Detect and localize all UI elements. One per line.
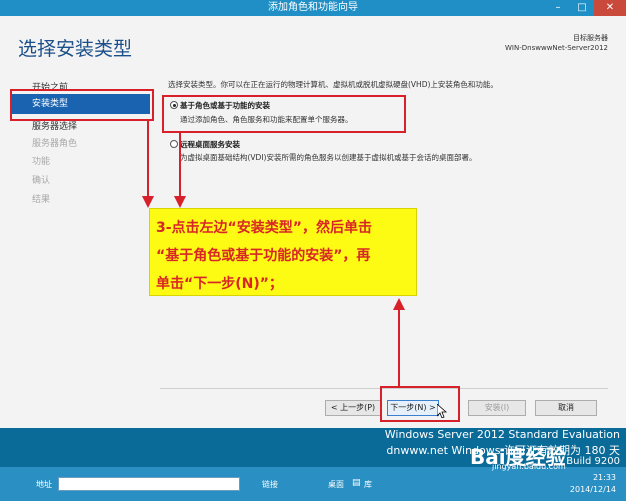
- mouse-cursor-icon: [437, 404, 447, 418]
- address-label: 地址: [36, 480, 52, 489]
- radio-remote-desktop[interactable]: [170, 140, 178, 148]
- highlight-role-based-option: [162, 95, 406, 133]
- sidebar-item-confirmation: 确认: [32, 176, 51, 186]
- highlight-next-button: [380, 386, 460, 422]
- target-server: 目标服务器 WIN-DnswwwNet-Server2012: [505, 33, 608, 53]
- previous-button[interactable]: < 上一步(P): [325, 400, 381, 416]
- window-title: 添加角色和功能向导: [268, 2, 358, 13]
- minimize-button[interactable]: –: [546, 0, 570, 16]
- cancel-button[interactable]: 取消: [535, 400, 597, 416]
- highlight-sidebar-selection: [10, 89, 154, 121]
- close-button[interactable]: ✕: [594, 0, 626, 16]
- instruction-line-1: 3-点击左边“安装类型”，然后单击: [156, 220, 372, 236]
- arrow-option-line: [179, 133, 181, 205]
- desktop-label[interactable]: 桌面: [328, 479, 344, 490]
- baidu-url: jingyan.baidu.com: [492, 462, 566, 471]
- arrow-next-head-icon: [393, 298, 405, 310]
- watermark-line-3: Build 9200: [566, 456, 620, 467]
- option-remote-desktop-desc: 为虚拟桌面基础结构(VDI)安装所需的角色服务以创建基于虚拟机或基于会话的桌面部…: [180, 153, 477, 162]
- system-clock[interactable]: 21:33 2014/12/14: [570, 472, 616, 496]
- arrow-next-line: [398, 306, 400, 386]
- page-title: 选择安装类型: [18, 38, 133, 60]
- refresh-icon[interactable]: ↻: [229, 478, 237, 488]
- target-server-label: 目标服务器: [573, 34, 608, 42]
- sidebar-item-features: 功能: [32, 157, 51, 167]
- option-remote-desktop-title[interactable]: 远程桌面服务安装: [180, 139, 240, 150]
- library-label[interactable]: 库: [364, 479, 372, 490]
- maximize-button[interactable]: □: [570, 0, 594, 16]
- wizard-window: 添加角色和功能向导 – □ ✕ 选择安装类型 目标服务器 WIN-DnswwwN…: [0, 0, 626, 428]
- clock-date: 2014/12/14: [569, 485, 616, 494]
- arrow-sidebar-head-icon: [142, 196, 154, 208]
- title-bar[interactable]: 添加角色和功能向导 – □ ✕: [0, 0, 626, 16]
- instruction-line-2: “基于角色或基于功能的安装”，再: [156, 248, 371, 264]
- address-input[interactable]: [58, 477, 240, 491]
- clock-time: 21:33: [592, 473, 616, 482]
- taskbar: 地址 ↻ 链接 桌面 ▤ 库 21:33 2014/12/14: [0, 467, 626, 501]
- arrow-sidebar-line: [147, 121, 149, 205]
- sidebar-item-results: 结果: [32, 195, 51, 205]
- arrow-option-head-icon: [174, 196, 186, 208]
- library-folder-icon[interactable]: ▤: [352, 478, 361, 488]
- install-button: 安装(I): [468, 400, 526, 416]
- sidebar-item-server-roles: 服务器角色: [32, 139, 78, 149]
- instruction-note: 3-点击左边“安装类型”，然后单击 “基于角色或基于功能的安装”，再 单击“下一…: [149, 208, 417, 296]
- target-server-name: WIN-DnswwwNet-Server2012: [505, 44, 608, 52]
- links-label[interactable]: 链接: [262, 479, 278, 490]
- watermark-line-1: Windows Server 2012 Standard Evaluation: [384, 428, 620, 441]
- install-type-description: 选择安装类型。你可以在正在运行的物理计算机、虚拟机或脱机虚拟硬盘(VHD)上安装…: [168, 80, 498, 89]
- instruction-line-3: 单击“下一步(N)”；: [156, 276, 283, 292]
